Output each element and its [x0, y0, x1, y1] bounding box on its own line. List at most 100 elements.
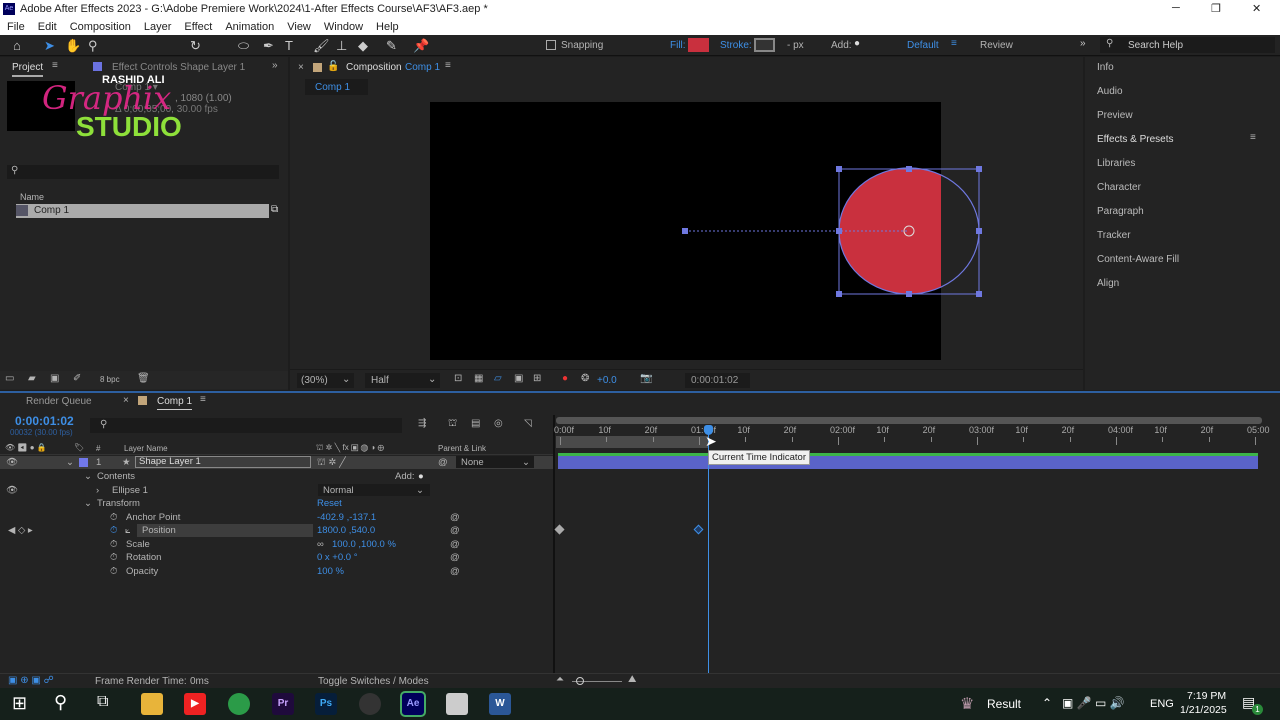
property-row-opacity[interactable]: ⏱ Opacity 100 % @ — [0, 565, 553, 578]
close-button[interactable]: ✕ — [1252, 2, 1261, 15]
panel-menu-icon[interactable]: ≡ — [200, 394, 206, 405]
parent-dropdown[interactable]: None ⌄ — [456, 456, 534, 468]
panel-effects-presets[interactable]: Effects & Presets — [1097, 134, 1174, 145]
property-value[interactable]: 0 x +0.0 ° — [317, 551, 358, 564]
comp-mini-flowchart-icon[interactable]: ⇶ — [418, 418, 426, 429]
stroke-swatch[interactable] — [754, 38, 775, 52]
color-channels-icon[interactable]: ● — [562, 373, 568, 384]
add-button[interactable]: ● — [418, 470, 424, 483]
panel-character[interactable]: Character — [1097, 182, 1141, 193]
time-navigator-bar[interactable] — [556, 417, 1262, 424]
panel-align[interactable]: Align — [1097, 278, 1119, 289]
file-explorer-icon[interactable] — [141, 693, 163, 715]
pickwhip-icon[interactable]: @ — [438, 456, 448, 469]
app-icon[interactable] — [446, 693, 468, 715]
panel-libraries[interactable]: Libraries — [1097, 158, 1135, 169]
menu-window[interactable]: Window — [324, 21, 363, 33]
menu-help[interactable]: Help — [376, 21, 399, 33]
premiere-pro-icon[interactable]: Pr — [272, 693, 294, 715]
zoom-out-icon[interactable]: ⏶ — [556, 674, 564, 685]
tray-icons[interactable]: ▣ 🎤 ▭ 🔊 — [1062, 696, 1125, 710]
search-help-input[interactable]: ⚲ Search Help — [1100, 37, 1275, 53]
home-icon[interactable]: ⌂ — [13, 38, 21, 53]
panel-menu-icon[interactable]: ≡ — [1250, 132, 1256, 143]
panel-preview[interactable]: Preview — [1097, 110, 1133, 121]
adjust-icon[interactable]: ✐ — [73, 373, 81, 384]
brush-tool-icon[interactable]: 🖌 — [313, 38, 330, 54]
add-button[interactable]: ● — [854, 38, 860, 49]
puppet-pin-icon[interactable]: 📌 — [413, 38, 429, 54]
layer-switches[interactable]: ⛫ ✲ ╱ — [317, 456, 346, 469]
type-tool-icon[interactable]: T — [285, 38, 293, 53]
visibility-eye-icon[interactable]: 👁 — [6, 484, 18, 497]
property-value[interactable]: 100 % — [317, 565, 344, 578]
after-effects-icon[interactable]: Ae — [400, 691, 426, 717]
panel-overflow-icon[interactable]: » — [272, 60, 278, 71]
menu-effect[interactable]: Effect — [184, 21, 212, 33]
workspace-menu-icon[interactable]: ≡ — [951, 38, 957, 49]
tab-project[interactable]: Project — [12, 62, 44, 77]
workspace-default[interactable]: Default — [907, 40, 939, 51]
project-item-comp[interactable]: Comp 1 — [16, 204, 269, 218]
tab-render-queue[interactable]: Render Queue — [26, 396, 92, 407]
menu-composition[interactable]: Composition — [70, 21, 131, 33]
reset-link[interactable]: Reset — [317, 497, 342, 510]
photoshop-icon[interactable]: Ps — [315, 693, 337, 715]
graph-icon[interactable]: ⟀ — [125, 524, 131, 537]
shy-layers-icon[interactable]: ▤ — [471, 418, 480, 429]
more-workspaces-icon[interactable]: » — [1080, 38, 1086, 49]
workspace-review[interactable]: Review — [980, 40, 1013, 51]
property-value[interactable]: -402.9 ,-137.1 — [317, 511, 376, 524]
transparency-grid-icon[interactable]: ▦ — [474, 373, 483, 384]
close-tab-icon[interactable]: × — [123, 395, 129, 406]
language-indicator[interactable]: ENG — [1150, 698, 1174, 710]
snapping-checkbox[interactable] — [546, 40, 556, 50]
selection-tool-icon[interactable]: ➤ — [44, 38, 55, 54]
pickwhip-icon[interactable]: @ — [450, 524, 460, 537]
resolution-dropdown[interactable]: Half ⌄ — [365, 373, 440, 388]
property-value[interactable]: 100.0 ,100.0 % — [332, 538, 396, 551]
expand-chevron-icon[interactable]: ⌄ — [66, 456, 74, 469]
panel-audio[interactable]: Audio — [1097, 86, 1123, 97]
layer-duration-bar[interactable] — [558, 456, 1258, 469]
property-row-rotation[interactable]: ⏱ Rotation 0 x +0.0 ° @ — [0, 551, 553, 564]
tab-comp-1-timeline[interactable]: Comp 1 — [157, 396, 193, 410]
keyframe-navigator[interactable]: ◀ ◇ ▸ — [8, 524, 33, 537]
eraser-tool-icon[interactable]: ◆ — [358, 38, 368, 54]
panel-tracker[interactable]: Tracker — [1097, 230, 1131, 241]
interpret-footage-icon[interactable]: ▭ — [5, 373, 14, 384]
expand-chevron-icon[interactable]: ⌄ — [84, 470, 92, 483]
menu-layer[interactable]: Layer — [144, 21, 172, 33]
transform-row[interactable]: ⌄ Transform Reset — [0, 497, 553, 510]
project-search-input[interactable]: ⚲ — [7, 165, 279, 179]
pickwhip-icon[interactable]: @ — [450, 565, 460, 578]
pickwhip-icon[interactable]: @ — [450, 511, 460, 524]
windows-start-icon[interactable]: ⊞ — [12, 693, 27, 714]
property-row-anchor-point[interactable]: ⏱ Anchor Point -402.9 ,-137.1 @ — [0, 511, 553, 524]
youtube-icon[interactable]: ▶ — [184, 693, 206, 715]
chrome-icon[interactable] — [228, 693, 250, 715]
expand-chevron-icon[interactable]: ⌄ — [84, 497, 92, 510]
reset-exposure-icon[interactable]: ❂ — [581, 373, 589, 384]
panel-paragraph[interactable]: Paragraph — [1097, 206, 1144, 217]
frame-blending-icon[interactable]: ◎ — [494, 418, 503, 429]
clock-time[interactable]: 7:19 PM — [1187, 690, 1226, 702]
menu-animation[interactable]: Animation — [225, 21, 274, 33]
stopwatch-icon[interactable]: ⏱ — [110, 551, 117, 564]
expand-chevron-icon[interactable]: › — [96, 484, 99, 497]
rotate-tool-icon[interactable]: ↻ — [190, 38, 201, 54]
graph-editor-icon[interactable]: ◹ — [524, 418, 532, 429]
flowchart-icon[interactable]: ⧉ — [271, 204, 278, 215]
new-comp-icon[interactable]: ▣ — [50, 373, 59, 384]
zoom-slider[interactable] — [572, 677, 622, 685]
bit-depth[interactable]: 8 bpc — [100, 375, 120, 384]
pen-tool-icon[interactable]: ✒ — [263, 38, 274, 54]
delete-icon[interactable]: 🗑 — [137, 373, 150, 384]
stopwatch-icon[interactable]: ⏱ — [110, 511, 117, 524]
pickwhip-icon[interactable]: @ — [450, 538, 460, 551]
new-folder-icon[interactable]: ▰ — [28, 373, 36, 384]
constrain-proportions-icon[interactable]: ∞ — [317, 538, 324, 551]
contents-row[interactable]: ⌄ Contents Add: ● — [0, 470, 553, 483]
layer-row[interactable]: 👁 ⌄ 1 ★ Shape Layer 1 ⛫ ✲ ╱ @ None ⌄ — [0, 456, 553, 469]
pickwhip-icon[interactable]: @ — [450, 551, 460, 564]
